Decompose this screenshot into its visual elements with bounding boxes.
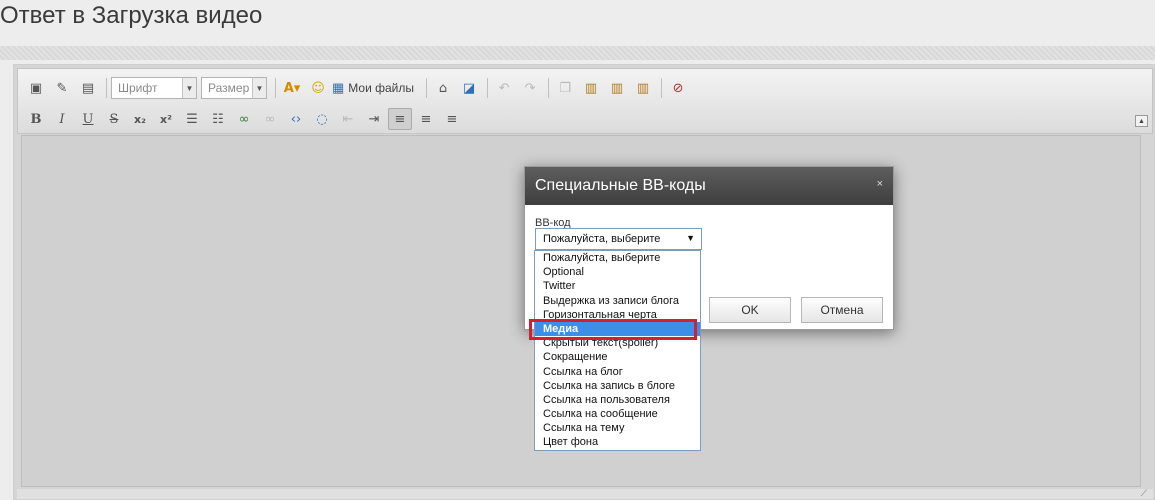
font-select[interactable]: Шрифт ▼ xyxy=(111,77,197,99)
dropdown-option[interactable]: Optional xyxy=(535,265,700,279)
size-select[interactable]: Размер ▼ xyxy=(201,77,267,99)
align-right-icon[interactable]: ≡ xyxy=(440,108,464,130)
dialog-title: Специальные BB-коды xyxy=(535,177,706,194)
toolbar-divider xyxy=(275,78,276,98)
template-icon[interactable]: ▤ xyxy=(76,77,100,99)
editor-toolbar: ▣ ✎ ▤ Шрифт ▼ Размер ▼ A ▾ ☺ ▦ Мои файлы … xyxy=(17,68,1153,134)
font-color-icon[interactable]: A ▾ xyxy=(280,77,304,99)
subscript-icon[interactable]: x₂ xyxy=(128,108,152,130)
underline-icon[interactable]: U xyxy=(76,108,100,130)
toolbar-divider xyxy=(548,78,550,98)
redo-icon[interactable]: ↷ xyxy=(518,77,542,99)
collapse-toolbar-button[interactable]: ▲ xyxy=(1135,115,1148,127)
cancel-button[interactable]: Отмена xyxy=(801,297,883,323)
dialog-header: Специальные BB-коды × xyxy=(525,167,893,205)
link-icon[interactable]: ∞ xyxy=(232,108,256,130)
dropdown-option[interactable]: Выдержка из записи блога xyxy=(535,294,700,308)
align-left-icon[interactable]: ≡ xyxy=(388,108,412,130)
close-icon[interactable]: × xyxy=(877,178,883,190)
bullet-list-icon[interactable]: ☰ xyxy=(180,108,204,130)
bbcode-icon[interactable]: ◪ xyxy=(457,77,481,99)
bbcode-options-list: Пожалуйста, выберите Optional Twitter Выдер… xyxy=(534,250,701,451)
dropdown-option[interactable]: Ссылка на сообщение xyxy=(535,407,700,421)
eraser-icon[interactable]: ✎ xyxy=(50,77,74,99)
paste-word-icon[interactable]: ▥ xyxy=(631,77,655,99)
strikethrough-icon[interactable]: S xyxy=(102,108,126,130)
paste-icon[interactable]: ▥ xyxy=(579,77,603,99)
dropdown-option[interactable]: Цвет фона xyxy=(535,435,700,449)
chevron-down-icon: ▼ xyxy=(686,233,695,243)
my-files-button[interactable]: ▦ Мои файлы xyxy=(332,80,414,96)
smiley-icon[interactable]: ☺ xyxy=(306,77,330,99)
code-icon[interactable]: ‹› xyxy=(284,108,308,130)
italic-icon[interactable]: I xyxy=(50,108,74,130)
unlink-icon[interactable]: ∞ xyxy=(258,108,282,130)
bbcode-select-value: Пожалуйста, выберите xyxy=(543,233,661,245)
toolbar-divider xyxy=(106,78,107,98)
outdent-icon[interactable]: ⇤ xyxy=(336,108,360,130)
chevron-down-icon: ▼ xyxy=(182,78,196,98)
resize-grip-icon[interactable]: ⟋ xyxy=(1141,488,1147,499)
page-title: Ответ в Загрузка видео xyxy=(0,2,263,29)
font-select-label: Шрифт xyxy=(118,81,158,95)
copy-icon[interactable]: ❐ xyxy=(553,77,577,99)
dropdown-option[interactable]: Ссылка на пользователя xyxy=(535,393,700,407)
dropdown-option[interactable]: Пожалуйста, выберите xyxy=(535,251,700,265)
superscript-icon[interactable]: x² xyxy=(154,108,178,130)
dropdown-option[interactable]: Ссылка на блог xyxy=(535,365,700,379)
dropdown-option[interactable]: Ссылка на запись в блоге xyxy=(535,379,700,393)
chevron-down-icon: ▼ xyxy=(252,78,266,98)
quote-icon[interactable]: ◌ xyxy=(310,108,334,130)
ok-button[interactable]: OK xyxy=(709,297,791,323)
toolbar-divider xyxy=(487,78,489,98)
source-icon[interactable]: ▣ xyxy=(24,77,48,99)
highlight-annotation xyxy=(529,319,697,340)
my-files-label: Мои файлы xyxy=(348,81,415,95)
bbcode-select[interactable]: Пожалуйста, выберите ▼ xyxy=(535,228,702,250)
numbered-list-icon[interactable]: ☷ xyxy=(206,108,230,130)
align-center-icon[interactable]: ≡ xyxy=(414,108,438,130)
separator xyxy=(0,46,1155,60)
dropdown-option[interactable]: Ссылка на тему xyxy=(535,421,700,435)
toolbar-divider xyxy=(426,78,428,98)
gift-icon[interactable]: ⌂ xyxy=(431,77,455,99)
dropdown-option[interactable]: Сокращение xyxy=(535,350,700,364)
editor-status-bar: ⟋ xyxy=(17,488,1153,499)
toolbar-divider xyxy=(661,78,663,98)
dropdown-option[interactable]: Twitter xyxy=(535,279,700,293)
size-select-label: Размер xyxy=(208,81,250,95)
files-icon: ▦ xyxy=(332,80,345,95)
remove-format-icon[interactable]: ⊘ xyxy=(666,77,690,99)
bold-icon[interactable]: B xyxy=(24,108,48,130)
indent-icon[interactable]: ⇥ xyxy=(362,108,386,130)
paste-text-icon[interactable]: ▥ xyxy=(605,77,629,99)
undo-icon[interactable]: ↶ xyxy=(492,77,516,99)
